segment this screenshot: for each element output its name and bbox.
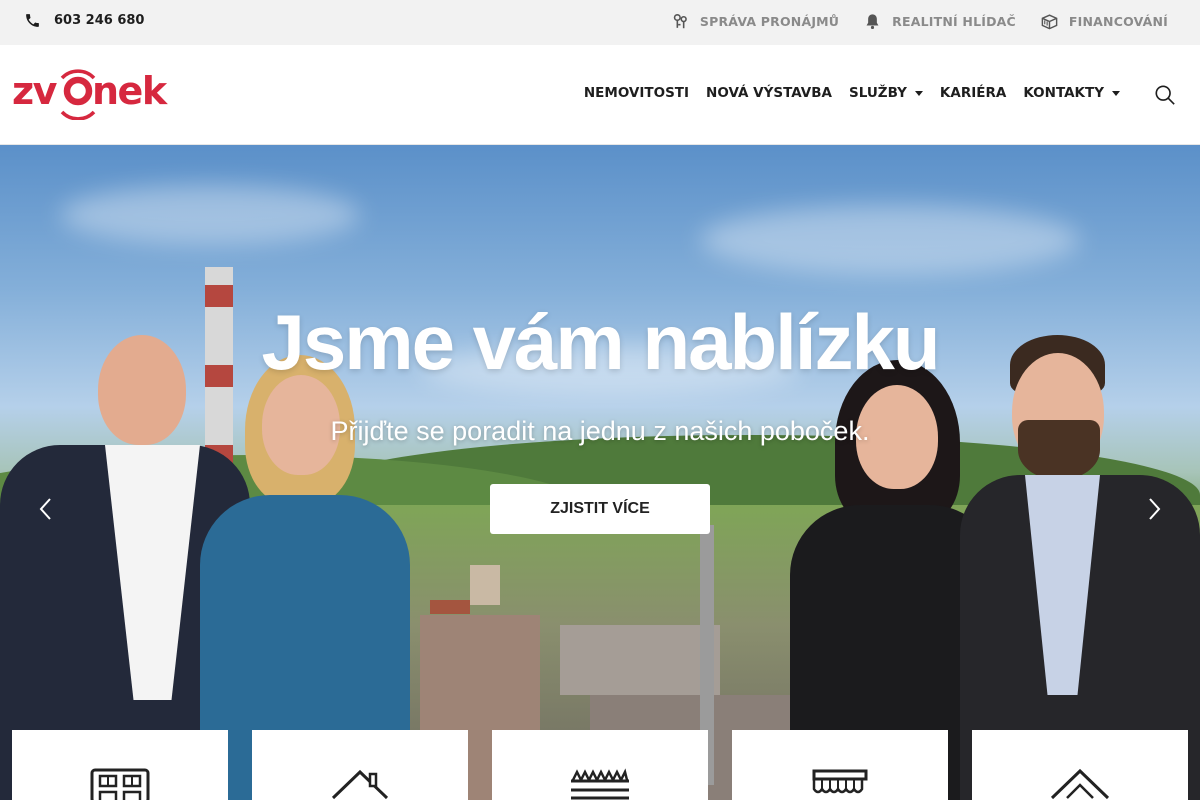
zvonek-logo[interactable]: zv nek: [12, 68, 169, 125]
fence-icon: [571, 768, 629, 800]
hero-subtitle: Přijďte se poradit na jednu z našich pob…: [330, 416, 870, 446]
main-nav: NEMOVITOSTI NOVÁ VÝSTAVBA SLUŽBY KARIÉRA…: [584, 85, 1120, 101]
chevron-right-icon[interactable]: [1142, 495, 1166, 523]
top-link-label: FINANCOVÁNÍ: [1068, 14, 1168, 29]
find-out-more-button[interactable]: ZJISTIT VÍCE: [490, 484, 710, 534]
logo-image: zv nek: [12, 69, 169, 121]
factory-building: [560, 625, 720, 695]
apartment-building-icon: [90, 768, 150, 800]
phone-number: 603 246 680: [54, 13, 145, 28]
nav-label: KARIÉRA: [939, 85, 1007, 101]
svg-text:zv: zv: [12, 69, 58, 113]
caret-down-icon: [1112, 90, 1120, 96]
nav-kariera[interactable]: KARIÉRA: [940, 85, 1006, 101]
house-icon: [331, 769, 389, 800]
main-header: zv nek NEMOVITOSTI NOVÁ VÝSTAVBA SLUŽBY …: [0, 45, 1200, 145]
phone-icon: [26, 14, 39, 27]
nav-label: KONTAKTY: [1023, 85, 1104, 101]
nav-label: NOVÁ VÝSTAVBA: [706, 85, 832, 101]
category-card-land[interactable]: [492, 730, 708, 800]
nav-nemovitosti[interactable]: NEMOVITOSTI: [584, 85, 689, 101]
phone-link[interactable]: 603 246 680: [24, 12, 144, 29]
money-icon: [1041, 14, 1058, 30]
caret-down-icon: [914, 90, 923, 96]
top-link-sprava-pronajmu[interactable]: SPRÁVA PRONÁJMŮ: [671, 12, 839, 31]
shop-awning-icon: [812, 769, 868, 794]
search-icon[interactable]: [1154, 84, 1176, 106]
svg-text:nek: nek: [92, 69, 168, 113]
nav-nova-vystavba[interactable]: NOVÁ VÝSTAVBA: [706, 85, 832, 101]
nav-label: SLUŽBY: [848, 85, 907, 101]
top-link-financovani[interactable]: FINANCOVÁNÍ: [1040, 12, 1168, 31]
hero-carousel: Jsme vám nablízku Přijďte se poradit na …: [0, 145, 1200, 800]
keys-icon: [673, 13, 687, 29]
top-link-label: SPRÁVA PRONÁJMŮ: [699, 14, 840, 29]
top-bar: 603 246 680 SPRÁVA PRONÁJMŮ REALITNÍ HLÍ…: [0, 0, 1200, 45]
house: [470, 565, 500, 605]
top-link-label: REALITNÍ HLÍDAČ: [892, 14, 1016, 29]
nav-label: NEMOVITOSTI: [583, 85, 690, 101]
bell-icon: [866, 14, 879, 30]
cloud: [60, 185, 360, 245]
category-card-cottages[interactable]: [972, 730, 1188, 800]
chevron-left-icon[interactable]: [34, 495, 58, 523]
cottage-icon: [1050, 768, 1110, 800]
category-card-commercial[interactable]: [732, 730, 948, 800]
category-card-apartments[interactable]: [12, 730, 228, 800]
category-card-houses[interactable]: [252, 730, 468, 800]
top-link-realitni-hlidac[interactable]: REALITNÍ HLÍDAČ: [863, 12, 1016, 31]
house-roof: [430, 600, 470, 614]
hero-title: Jsme vám nablízku: [261, 298, 941, 386]
cloud: [700, 205, 1080, 275]
nav-kontakty[interactable]: KONTAKTY: [1023, 85, 1120, 101]
nav-sluzby[interactable]: SLUŽBY: [849, 85, 923, 101]
